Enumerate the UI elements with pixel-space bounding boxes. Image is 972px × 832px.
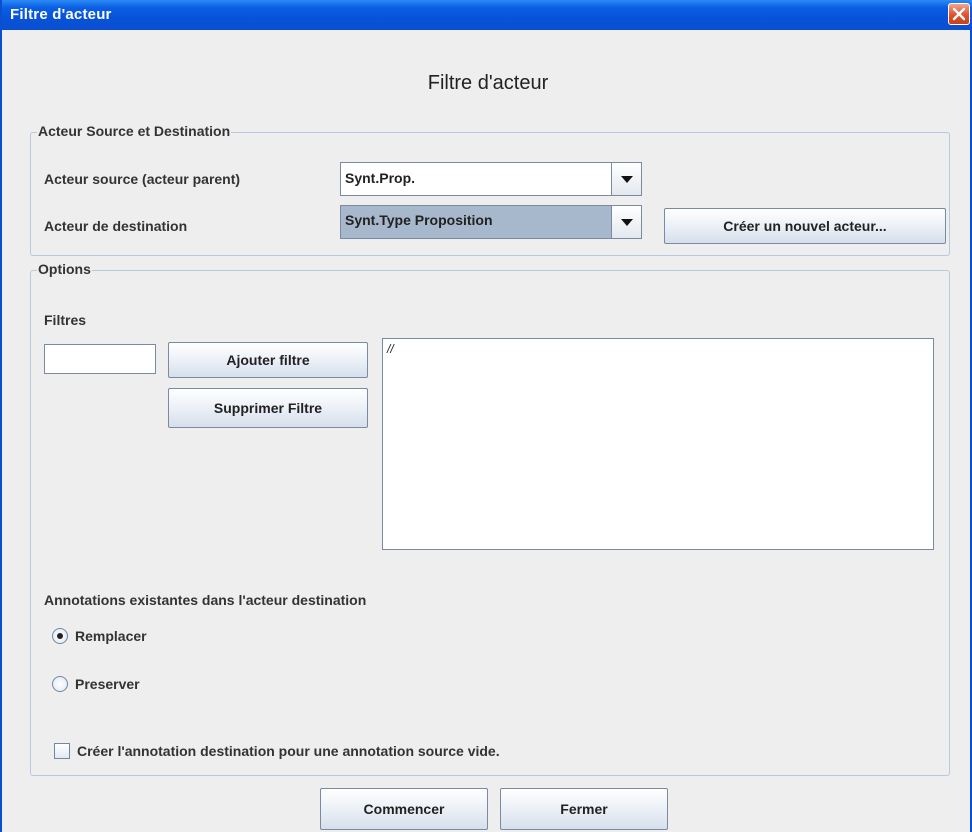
source-actor-label: Acteur source (acteur parent) xyxy=(44,171,241,187)
create-actor-label: Créer un nouvel acteur... xyxy=(723,218,887,234)
close-icon[interactable] xyxy=(948,3,970,25)
filter-list[interactable]: // xyxy=(382,338,934,550)
empty-source-checkbox-label[interactable]: Créer l'annotation destination pour une … xyxy=(77,743,500,759)
source-actor-combo[interactable]: Synt.Prop. xyxy=(340,162,642,196)
chevron-down-icon[interactable] xyxy=(611,206,641,238)
chevron-down-icon[interactable] xyxy=(611,163,641,195)
empty-source-checkbox[interactable] xyxy=(54,743,70,759)
radio-preserve[interactable] xyxy=(52,676,68,692)
close-button[interactable]: Fermer xyxy=(500,788,668,830)
filter-input[interactable] xyxy=(44,344,156,374)
dialog-window: Filtre d'acteur Filtre d'acteur Acteur S… xyxy=(0,0,972,832)
title-bar[interactable]: Filtre d'acteur xyxy=(2,0,972,30)
window-title: Filtre d'acteur xyxy=(10,6,112,23)
remove-filter-label: Supprimer Filtre xyxy=(213,400,323,416)
options-legend: Options xyxy=(37,261,92,277)
remove-filter-button[interactable]: Supprimer Filtre xyxy=(168,388,368,428)
filters-label: Filtres xyxy=(44,312,87,328)
start-button[interactable]: Commencer xyxy=(320,788,488,830)
close-button-label: Fermer xyxy=(560,801,608,817)
radio-replace-label[interactable]: Remplacer xyxy=(75,628,147,644)
radio-replace[interactable] xyxy=(52,628,68,644)
dest-actor-value: Synt.Type Proposition xyxy=(345,212,493,228)
dest-actor-combo[interactable]: Synt.Type Proposition xyxy=(340,205,642,239)
dialog-heading: Filtre d'acteur xyxy=(427,72,549,94)
add-filter-label: Ajouter filtre xyxy=(226,352,310,368)
start-button-label: Commencer xyxy=(363,801,445,817)
filter-list-text: // xyxy=(387,342,394,356)
radio-preserve-label[interactable]: Preserver xyxy=(75,676,140,692)
source-destination-legend: Acteur Source et Destination xyxy=(37,123,232,139)
existing-annotations-label: Annotations existantes dans l'acteur des… xyxy=(44,592,367,608)
dest-actor-label: Acteur de destination xyxy=(44,218,188,234)
create-actor-button[interactable]: Créer un nouvel acteur... xyxy=(664,208,946,244)
source-actor-value: Synt.Prop. xyxy=(345,170,416,186)
add-filter-button[interactable]: Ajouter filtre xyxy=(168,342,368,378)
